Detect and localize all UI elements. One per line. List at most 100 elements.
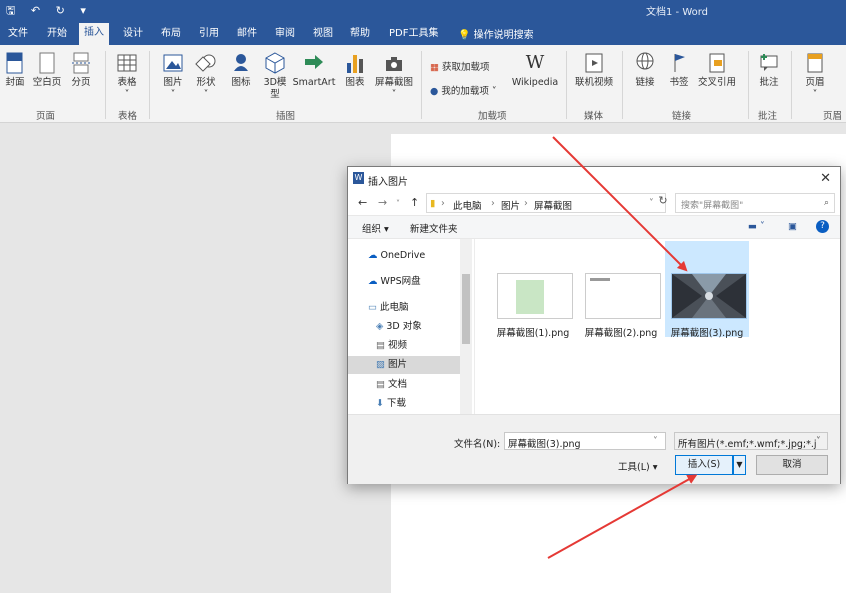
file-list: 屏幕截图(1).png 屏幕截图(2).png 屏幕截图(3).png	[474, 239, 840, 414]
tab-view[interactable]: 视图	[308, 24, 338, 45]
forward-arrow-icon[interactable]: →	[378, 196, 387, 209]
file-item[interactable]: 屏幕截图(2).png	[579, 245, 663, 339]
navigation-pane: ☁ OneDrive ☁ WPS网盘 ▭ 此电脑 ◈ 3D 对象 ▤ 视频 ▨ …	[348, 239, 474, 414]
search-input[interactable]: 搜索"屏幕截图" ⌕	[675, 193, 835, 213]
chevron-down-icon: ˅	[170, 89, 176, 100]
icons-button[interactable]: 图标	[229, 51, 253, 89]
nav-3d-objects[interactable]: ◈ 3D 对象	[376, 318, 422, 336]
store-icon: ▦	[430, 62, 439, 73]
header-button[interactable]: 页眉 ˅	[802, 51, 828, 101]
ribbon-separator	[566, 51, 567, 119]
nav-wps-drive[interactable]: ☁ WPS网盘	[368, 273, 421, 291]
nav-downloads[interactable]: ⬇ 下载	[376, 395, 406, 413]
cube-icon: ◈	[376, 321, 384, 332]
view-options-icon[interactable]: ▬ ˅	[748, 221, 765, 232]
tools-menu[interactable]: 工具(L) ▾	[618, 459, 658, 473]
pictures-button[interactable]: 图片 ˅	[160, 51, 186, 101]
blank-page-button[interactable]: 空白页	[32, 51, 62, 89]
breadcrumb-pictures[interactable]: 图片	[501, 198, 520, 212]
table-icon	[117, 54, 137, 72]
camera-icon	[386, 57, 402, 71]
tab-home[interactable]: 开始	[42, 24, 72, 45]
globe-link-icon	[636, 52, 654, 70]
refresh-icon[interactable]: ↻	[654, 194, 672, 212]
page-break-button[interactable]: 分页	[68, 51, 94, 89]
dialog-title: 插入图片	[368, 177, 408, 188]
breadcrumb-separator: ›	[491, 198, 495, 209]
cross-reference-icon	[709, 53, 725, 73]
link-button[interactable]: 链接	[632, 51, 658, 89]
address-bar[interactable]: ▮ › 此电脑 › 图片 › 屏幕截图 ˅	[426, 193, 666, 213]
smartart-button[interactable]: SmartArt	[292, 51, 336, 89]
file-thumbnail	[497, 273, 573, 319]
up-arrow-icon[interactable]: ↑	[410, 196, 419, 209]
ribbon-separator	[105, 51, 106, 119]
lightbulb-icon: 💡	[458, 30, 471, 41]
tab-design[interactable]: 设计	[118, 24, 148, 45]
nav-onedrive[interactable]: ☁ OneDrive	[368, 247, 425, 265]
get-addins-button[interactable]: ▦ 获取加载项	[430, 59, 490, 73]
chevron-down-icon: ˅	[816, 436, 821, 447]
tell-me-search[interactable]: 💡 操作说明搜索	[458, 26, 534, 41]
my-addins-button[interactable]: ● 我的加载项 ˅	[430, 83, 497, 97]
group-comments-label: 批注	[758, 111, 778, 122]
nav-pictures[interactable]: ▨ 图片	[348, 356, 460, 374]
tab-insert[interactable]: 插入	[79, 23, 109, 45]
new-folder-button[interactable]: 新建文件夹	[410, 221, 458, 235]
chevron-down-icon: ˅	[203, 89, 209, 100]
tab-references[interactable]: 引用	[194, 24, 224, 45]
tab-pdf-tools[interactable]: PDF工具集	[384, 24, 443, 45]
tab-mailings[interactable]: 邮件	[232, 24, 262, 45]
breadcrumb-this-pc[interactable]: 此电脑	[453, 198, 482, 212]
tab-help[interactable]: 帮助	[345, 24, 375, 45]
dialog-title-bar: W 插入图片 ✕	[348, 167, 840, 191]
file-item-selected[interactable]: 屏幕截图(3).png	[665, 241, 749, 339]
file-type-select[interactable]: 所有图片(*.emf;*.wmf;*.jpg;*.jp ˅	[674, 432, 828, 450]
cancel-button[interactable]: 取消	[756, 455, 828, 475]
ribbon-separator	[748, 51, 749, 119]
tab-layout[interactable]: 布局	[156, 24, 186, 45]
recent-dropdown-icon[interactable]: ˅	[396, 199, 400, 208]
undo-icon[interactable]: ↶	[31, 4, 46, 17]
help-icon[interactable]: ?	[816, 220, 829, 233]
nav-scrollbar[interactable]	[460, 239, 472, 414]
ribbon-separator	[421, 51, 422, 119]
bookmark-button[interactable]: 书签	[666, 51, 692, 89]
breadcrumb-screenshots[interactable]: 屏幕截图	[534, 198, 572, 212]
cross-reference-button[interactable]: 交叉引用	[696, 51, 738, 89]
screenshot-button[interactable]: 屏幕截图 ˅	[372, 51, 416, 101]
cover-page-button[interactable]: 封面	[2, 51, 28, 89]
comment-icon	[760, 54, 778, 71]
online-video-button[interactable]: 联机视频	[572, 51, 616, 89]
quick-access-toolbar: 🖫 ↶ ↻ ▾	[6, 2, 92, 21]
nav-videos[interactable]: ▤ 视频	[376, 337, 407, 355]
save-icon[interactable]: 🖫	[6, 4, 21, 17]
filename-field[interactable]: 屏幕截图(3).png ˅	[504, 432, 666, 450]
tab-review[interactable]: 审阅	[270, 24, 300, 45]
redo-icon[interactable]: ↻	[56, 4, 71, 17]
insert-button[interactable]: 插入(S)	[675, 455, 733, 475]
comment-button[interactable]: 批注	[756, 51, 782, 89]
wikipedia-button[interactable]: W Wikipedia	[510, 51, 560, 89]
3d-model-button[interactable]: 3D模型	[262, 51, 288, 101]
customize-icon[interactable]: ▾	[80, 4, 92, 17]
nav-this-pc[interactable]: ▭ 此电脑	[368, 299, 409, 317]
shapes-button[interactable]: 形状 ˅	[193, 51, 219, 101]
tab-file[interactable]: 文件	[3, 24, 33, 45]
file-thumbnail	[585, 273, 661, 319]
video-folder-icon: ▤	[376, 340, 385, 351]
back-arrow-icon[interactable]: ←	[358, 196, 367, 209]
wikipedia-icon: W	[525, 52, 545, 73]
chart-button[interactable]: 图表	[342, 51, 368, 89]
close-icon[interactable]: ✕	[820, 171, 831, 186]
thumbnail-content	[590, 278, 610, 281]
chevron-down-icon: ˅	[491, 86, 497, 97]
insert-dropdown-icon[interactable]: ▼	[733, 455, 746, 475]
organize-button[interactable]: 组织 ▾	[362, 221, 389, 235]
file-item[interactable]: 屏幕截图(1).png	[491, 245, 575, 339]
cloud-icon: ☁	[368, 250, 378, 261]
scrollbar-thumb[interactable]	[462, 274, 470, 344]
table-button[interactable]: 表格 ˅	[114, 51, 140, 101]
preview-pane-icon[interactable]: ▣	[788, 221, 797, 232]
nav-documents[interactable]: ▤ 文档	[376, 376, 407, 394]
